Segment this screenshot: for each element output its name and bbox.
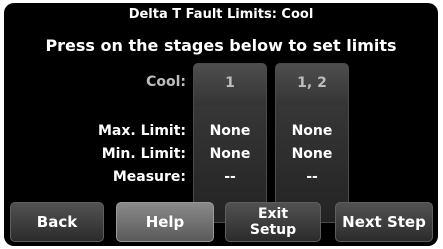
max-limit-stage-1-2: None — [291, 123, 333, 139]
bottom-button-bar: Back Help Exit Setup Next Step — [4, 198, 438, 246]
min-limit-label: Min. Limit: — [101, 146, 186, 162]
measure-label: Measure: — [112, 169, 186, 185]
back-button[interactable]: Back — [10, 202, 104, 242]
measure-stage-1: -- — [224, 169, 236, 185]
measure-stage-1-2: -- — [306, 169, 318, 185]
screen-title: Delta T Fault Limits: Cool — [128, 7, 314, 22]
thermostat-screen: Delta T Fault Limits: Cool Press on the … — [4, 3, 438, 246]
exit-setup-label: Exit Setup — [250, 206, 296, 238]
max-limit-stage-1: None — [209, 123, 251, 139]
stage-1-2-label: 1, 2 — [297, 75, 327, 91]
exit-setup-button[interactable]: Exit Setup — [225, 202, 321, 242]
exit-setup-line-2: Setup — [249, 222, 297, 238]
next-step-button[interactable]: Next Step — [335, 202, 433, 242]
min-limit-stage-1-2: None — [291, 146, 333, 162]
min-limit-stage-1: None — [209, 146, 251, 162]
instruction-text: Press on the stages below to set limits — [45, 36, 397, 55]
exit-setup-line-1: Exit — [257, 206, 289, 222]
cool-label: Cool: — [146, 74, 186, 90]
stage-1-label: 1 — [225, 75, 235, 91]
max-limit-label: Max. Limit: — [98, 123, 186, 139]
help-button[interactable]: Help — [116, 202, 214, 242]
